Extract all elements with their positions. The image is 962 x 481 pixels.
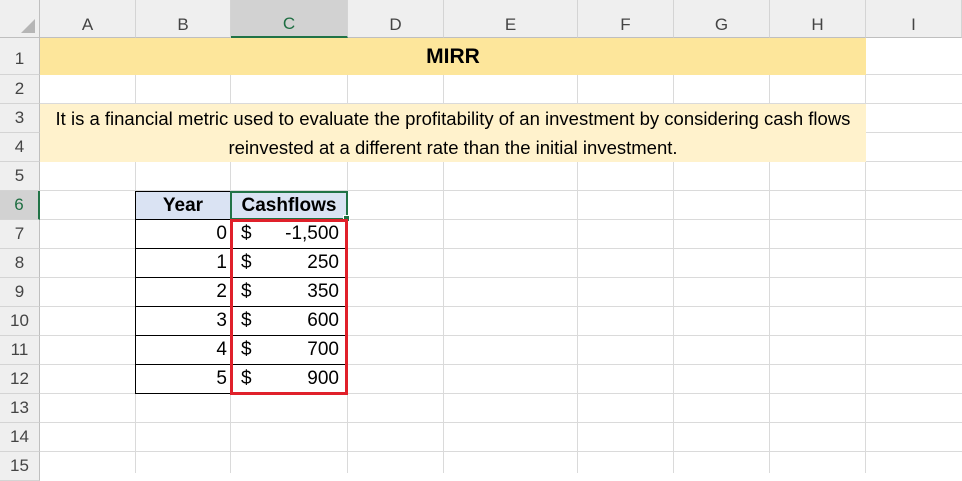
- title-cell[interactable]: MIRR: [40, 38, 866, 75]
- table-row-year-0[interactable]: 0: [136, 220, 230, 249]
- table-row-year-2[interactable]: 2: [136, 278, 230, 307]
- description-cell[interactable]: It is a financial metric used to evaluat…: [40, 104, 866, 162]
- table-header-year[interactable]: Year: [135, 191, 231, 220]
- table-row-year-5[interactable]: 5: [136, 365, 230, 393]
- table-row-year-1[interactable]: 1: [136, 249, 230, 278]
- page-title: MIRR: [426, 44, 480, 68]
- table-header-cashflows[interactable]: Cashflows: [230, 191, 348, 220]
- description-text: It is a financial metric used to evaluat…: [55, 108, 851, 158]
- cashflow-highlight-box: [230, 219, 348, 395]
- table-row-year-3[interactable]: 3: [136, 307, 230, 336]
- table-row-year-4[interactable]: 4: [136, 336, 230, 365]
